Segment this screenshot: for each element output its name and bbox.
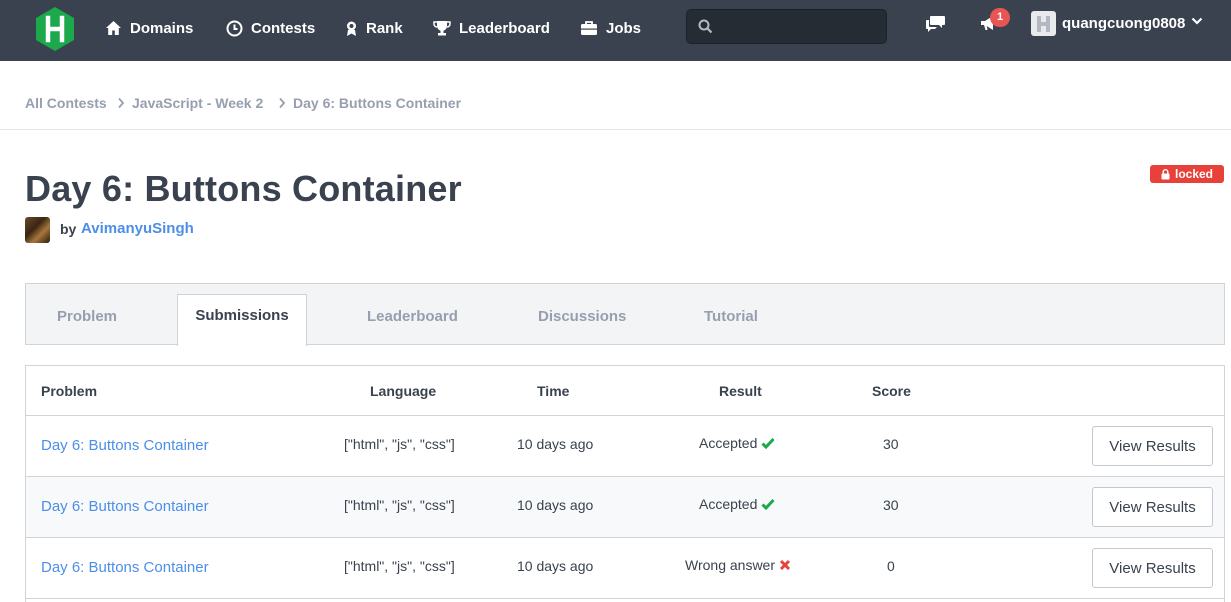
username-label[interactable]: quangcuong0808 <box>1062 15 1185 32</box>
cross-icon <box>779 559 791 571</box>
score-cell: 30 <box>883 497 899 513</box>
view-results-button[interactable]: View Results <box>1092 548 1213 588</box>
time-cell: 10 days ago <box>517 558 594 574</box>
chevron-right-icon <box>279 97 286 109</box>
search-icon <box>698 19 713 34</box>
top-navbar: Domains Contests Rank Leaderboard Jobs 1… <box>0 0 1231 61</box>
page-title: Day 6: Buttons Container <box>25 168 462 209</box>
nav-rank[interactable]: Rank <box>345 0 403 56</box>
result-label: Accepted <box>699 435 758 451</box>
nav-jobs[interactable]: Jobs <box>580 0 641 56</box>
author-link[interactable]: AvimanyuSingh <box>81 220 194 237</box>
column-header-language: Language <box>370 383 437 399</box>
nav-leaderboard-label: Leaderboard <box>459 19 550 37</box>
nav-domains[interactable]: Domains <box>105 0 193 56</box>
briefcase-icon <box>581 21 597 35</box>
breadcrumb-contest[interactable]: JavaScript - Week 2 <box>132 95 263 111</box>
table-row: Day 6: Buttons Container ["html", "js", … <box>26 538 1224 599</box>
nav-rank-label: Rank <box>366 19 403 37</box>
result-label: Accepted <box>699 496 758 512</box>
language-cell: ["html", "js", "css"] <box>344 436 455 452</box>
result-label: Wrong answer <box>685 557 776 573</box>
view-results-button[interactable]: View Results <box>1092 487 1213 527</box>
time-cell: 10 days ago <box>517 436 594 452</box>
tab-tutorial[interactable]: Tutorial <box>704 308 758 325</box>
locked-status-label: locked <box>1174 167 1213 181</box>
problem-link[interactable]: Day 6: Buttons Container <box>41 498 209 515</box>
language-cell: ["html", "js", "css"] <box>344 497 455 513</box>
checkmark-icon <box>761 437 775 449</box>
problem-link[interactable]: Day 6: Buttons Container <box>41 437 209 454</box>
messages-button[interactable] <box>926 14 946 37</box>
nav-contests[interactable]: Contests <box>226 0 315 56</box>
trophy-icon <box>433 21 451 36</box>
chevron-down-icon[interactable] <box>1191 17 1203 26</box>
search-box <box>686 9 887 44</box>
chat-bubbles-icon <box>926 16 945 32</box>
chevron-right-icon <box>118 97 125 109</box>
medal-icon <box>347 21 356 36</box>
result-cell: Wrong answer <box>685 557 791 573</box>
score-cell: 0 <box>887 558 895 574</box>
column-header-time: Time <box>537 383 570 399</box>
locked-status-badge: locked <box>1150 165 1224 183</box>
by-label: by <box>60 221 77 237</box>
nav-jobs-label: Jobs <box>606 19 642 37</box>
checkmark-icon <box>761 498 775 510</box>
tab-submissions[interactable]: Submissions <box>177 294 307 346</box>
view-results-button[interactable]: View Results <box>1092 426 1213 466</box>
table-row: Day 6: Buttons Container ["html", "js", … <box>26 416 1224 477</box>
breadcrumb-challenge[interactable]: Day 6: Buttons Container <box>293 95 461 111</box>
column-header-score: Score <box>872 383 911 399</box>
challenge-tabs: Problem Submissions Leaderboard Discussi… <box>25 283 1225 346</box>
nav-domains-label: Domains <box>130 19 194 37</box>
submissions-table: Problem Language Time Result Score Day 6… <box>25 365 1225 602</box>
language-cell: ["html", "js", "css"] <box>344 558 455 574</box>
notification-count-badge: 1 <box>990 8 1010 27</box>
problem-link[interactable]: Day 6: Buttons Container <box>41 559 209 576</box>
hackerrank-logo-icon[interactable] <box>33 5 77 53</box>
result-cell: Accepted <box>699 496 775 512</box>
user-avatar-icon <box>1036 15 1050 32</box>
column-header-result: Result <box>719 383 762 399</box>
nav-contests-label: Contests <box>251 19 316 37</box>
table-header: Problem Language Time Result Score <box>26 366 1224 416</box>
author-avatar[interactable] <box>25 217 50 243</box>
time-cell: 10 days ago <box>517 497 594 513</box>
tab-problem[interactable]: Problem <box>57 308 117 325</box>
lock-icon <box>1161 168 1170 179</box>
tab-discussions[interactable]: Discussions <box>538 308 626 325</box>
breadcrumb: All Contests JavaScript - Week 2 Day 6: … <box>0 61 1231 130</box>
clock-icon <box>226 20 243 36</box>
home-icon <box>106 21 121 35</box>
result-cell: Accepted <box>699 435 775 451</box>
search-input[interactable] <box>721 10 881 43</box>
user-avatar[interactable] <box>1031 11 1056 36</box>
nav-leaderboard[interactable]: Leaderboard <box>433 0 550 56</box>
score-cell: 30 <box>883 436 899 452</box>
table-row: Day 6: Buttons Container ["html", "js", … <box>26 477 1224 538</box>
column-header-problem: Problem <box>41 383 98 399</box>
breadcrumb-all-contests[interactable]: All Contests <box>25 95 107 111</box>
tab-leaderboard[interactable]: Leaderboard <box>367 308 458 325</box>
